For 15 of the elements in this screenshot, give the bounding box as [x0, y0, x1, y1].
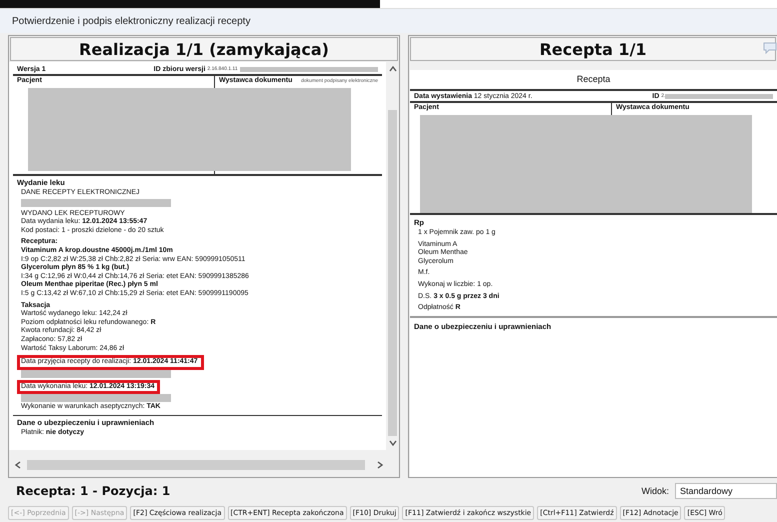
panel-title: Recepta 1/1	[539, 40, 647, 58]
scrollbar-thumb[interactable]	[388, 110, 397, 436]
position-label: Recepta: 1 - Pozycja: 1	[16, 484, 170, 498]
chevron-left-icon[interactable]	[13, 460, 23, 470]
scrollbar-thumb[interactable]	[27, 460, 365, 470]
chevron-up-icon[interactable]	[388, 64, 398, 74]
horizontal-scrollbar[interactable]	[13, 458, 385, 472]
speech-bubble-icon[interactable]	[763, 42, 777, 54]
panel-title: Realizacja 1/1 (zamykająca)	[10, 37, 398, 61]
document-title: Recepta	[576, 73, 612, 86]
view-label: Widok:	[641, 486, 669, 496]
chevron-right-icon[interactable]	[375, 460, 385, 470]
chevron-down-icon[interactable]	[388, 438, 398, 448]
window-title: Potwierdzenie i podpis elektroniczny realizacji recepty	[12, 16, 250, 26]
view-dropdown[interactable]: Standardowy	[675, 483, 777, 499]
